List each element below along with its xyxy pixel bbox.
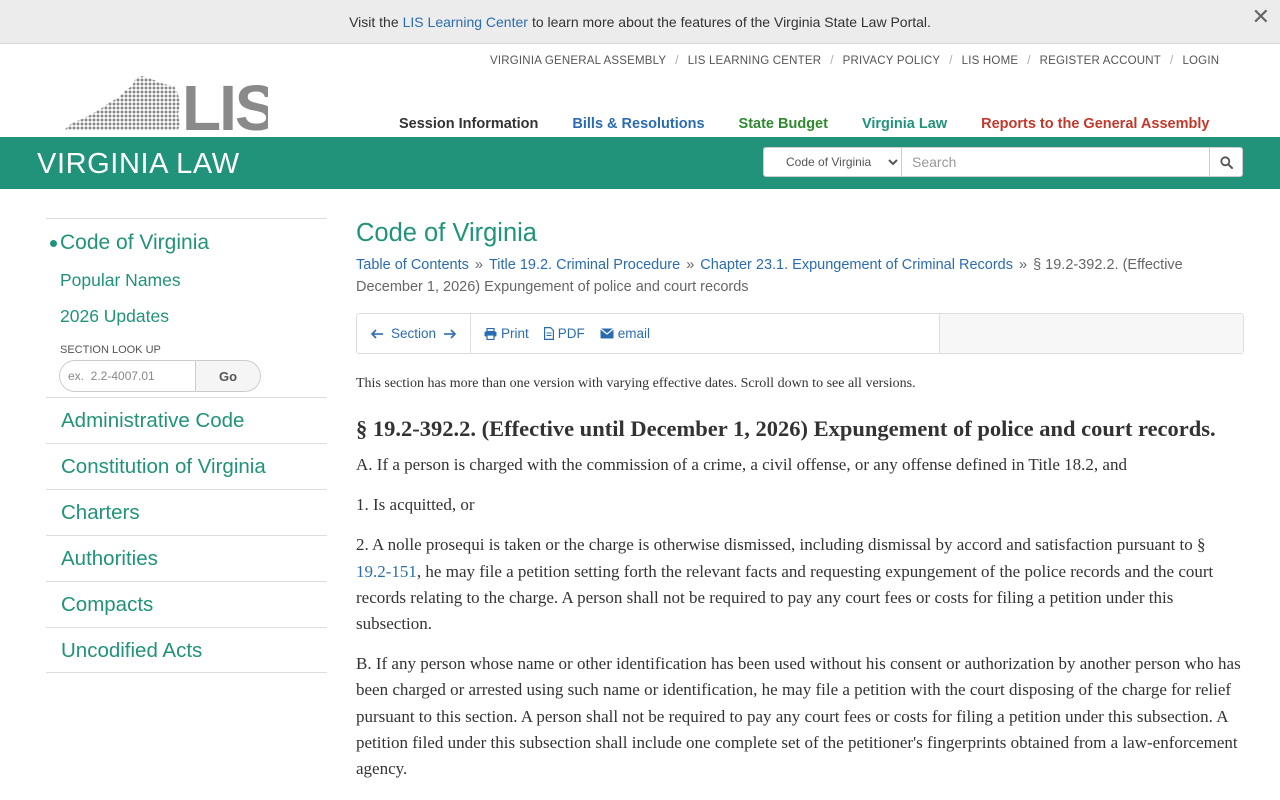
section-lookup-label: SECTION LOOK UP xyxy=(60,344,161,356)
section-header-title: VIRGINIA LAW xyxy=(37,148,240,180)
notice-prefix: Visit the xyxy=(349,13,399,30)
pdf-label: PDF xyxy=(557,326,585,341)
nav-virginia-law[interactable]: Virginia Law xyxy=(862,116,947,132)
sidebar-item-code-of-virginia[interactable]: Code of Virginia xyxy=(46,231,327,255)
section-actions: Print PDF email xyxy=(471,314,941,353)
sidebar-subitem-2026-updates[interactable]: 2026 Updates xyxy=(46,306,327,327)
sidebar-item-administrative-code[interactable]: Administrative Code xyxy=(46,397,327,443)
lis-logo[interactable]: LIS xyxy=(64,72,278,144)
utility-link-login[interactable]: LOGIN xyxy=(1182,55,1219,67)
close-icon[interactable]: ✕ xyxy=(1252,6,1270,28)
section-lookup-go-button[interactable]: Go xyxy=(196,360,261,392)
sidebar-code-group: Code of Virginia Popular Names 2026 Upda… xyxy=(46,218,327,392)
search-icon xyxy=(1219,155,1233,169)
utility-separator: / xyxy=(1027,55,1031,67)
search-button[interactable] xyxy=(1210,147,1243,177)
paragraph-1: 1. Is acquitted, or xyxy=(356,495,475,515)
main-nav: Session Information Bills & Resolutions … xyxy=(399,116,1209,132)
section-nav-label: Section xyxy=(391,326,437,341)
paragraph-2-start: 2. A nolle prosequi is taken or the char… xyxy=(356,535,1206,555)
utility-separator: / xyxy=(675,55,679,67)
arrow-right-icon[interactable] xyxy=(443,328,457,339)
sidebar-item-charters[interactable]: Charters xyxy=(46,489,327,535)
section-header-bar: VIRGINIA LAW Code of Virginia xyxy=(0,137,1280,189)
lis-logo-text: LIS xyxy=(182,74,268,132)
utility-nav: VIRGINIA GENERAL ASSEMBLY / LIS LEARNING… xyxy=(490,55,1219,67)
arrow-left-icon[interactable] xyxy=(371,328,384,339)
email-label: email xyxy=(617,326,651,341)
sidebar-item-constitution[interactable]: Constitution of Virginia xyxy=(46,443,327,489)
utility-separator: / xyxy=(949,55,953,67)
section-toolbar: Section Print PDF email xyxy=(356,313,1244,354)
notice-learning-center-link[interactable]: LIS Learning Center xyxy=(403,14,528,30)
utility-link-lis-home[interactable]: LIS HOME xyxy=(962,55,1019,67)
section-navigator: Section xyxy=(357,314,472,353)
sidebar-subitem-popular-names[interactable]: Popular Names xyxy=(46,270,327,291)
page-title: Code of Virginia xyxy=(356,219,537,247)
search-scope-select[interactable]: Code of Virginia xyxy=(763,147,902,177)
nav-reports-general-assembly[interactable]: Reports to the General Assembly xyxy=(981,116,1209,132)
utility-separator: / xyxy=(1170,55,1174,67)
utility-link-learning-center[interactable]: LIS LEARNING CENTER xyxy=(688,55,822,67)
versions-note: This section has more than one version w… xyxy=(356,376,916,391)
sidebar-item-authorities[interactable]: Authorities xyxy=(46,535,327,581)
paragraph-a: A. If a person is charged with the commi… xyxy=(356,455,1127,474)
paragraph-2-end: , he may file a petition setting forth t… xyxy=(356,561,1214,634)
utility-link-general-assembly[interactable]: VIRGINIA GENERAL ASSEMBLY xyxy=(490,55,666,67)
email-button[interactable]: email xyxy=(600,326,650,341)
section-lookup-input[interactable] xyxy=(59,360,196,392)
sidebar-item-uncodified-acts[interactable]: Uncodified Acts xyxy=(46,627,327,673)
notice-banner: Visit the LIS Learning Center to learn m… xyxy=(0,0,1280,44)
nav-session-information[interactable]: Session Information xyxy=(399,116,538,132)
nav-bills-resolutions[interactable]: Bills & Resolutions xyxy=(572,116,704,132)
pdf-icon xyxy=(543,327,554,340)
print-label: Print xyxy=(501,326,529,341)
sidebar-item-compacts[interactable]: Compacts xyxy=(46,581,327,627)
breadcrumb-separator: » xyxy=(686,257,695,273)
active-bullet-icon xyxy=(50,239,57,247)
utility-link-register[interactable]: REGISTER ACCOUNT xyxy=(1040,55,1161,67)
section-lookup-form: Go xyxy=(59,360,327,392)
breadcrumb-chapter-23-1[interactable]: Chapter 23.1. Expungement of Criminal Re… xyxy=(700,257,1013,273)
utility-separator: / xyxy=(830,55,834,67)
virginia-map-logo-icon: LIS xyxy=(64,72,278,144)
section-link-19-2-151[interactable]: 19.2-151 xyxy=(356,562,417,581)
toolbar-filler xyxy=(940,314,1243,353)
breadcrumb-separator: » xyxy=(1019,257,1028,273)
breadcrumb-separator: » xyxy=(474,257,483,273)
search-form: Code of Virginia xyxy=(763,147,1243,177)
breadcrumb-title-19-2[interactable]: Title 19.2. Criminal Procedure xyxy=(489,257,680,273)
main-content: Code of Virginia Table of Contents » Title… xyxy=(356,218,1244,782)
search-input[interactable] xyxy=(902,147,1210,177)
print-button[interactable]: Print xyxy=(484,326,529,341)
utility-link-privacy-policy[interactable]: PRIVACY POLICY xyxy=(843,55,941,67)
paragraph-2: 2. A nolle prosequi is taken or the char… xyxy=(356,532,1244,637)
breadcrumb-table-of-contents[interactable]: Table of Contents xyxy=(356,257,469,273)
sidebar: Code of Virginia Popular Names 2026 Upda… xyxy=(46,218,327,673)
print-icon xyxy=(484,327,497,340)
pdf-button[interactable]: PDF xyxy=(543,326,585,341)
paragraph-b: B. If any person whose name or other ide… xyxy=(356,654,1241,779)
nav-state-budget[interactable]: State Budget xyxy=(739,116,828,132)
sidebar-item-label: Code of Virginia xyxy=(60,231,210,254)
breadcrumb: Table of Contents » Title 19.2. Criminal P… xyxy=(356,254,1244,298)
envelope-icon xyxy=(600,328,614,339)
notice-suffix: to learn more about the features of the … xyxy=(531,13,931,30)
section-heading: § 19.2-392.2. (Effective until December … xyxy=(356,416,1216,441)
